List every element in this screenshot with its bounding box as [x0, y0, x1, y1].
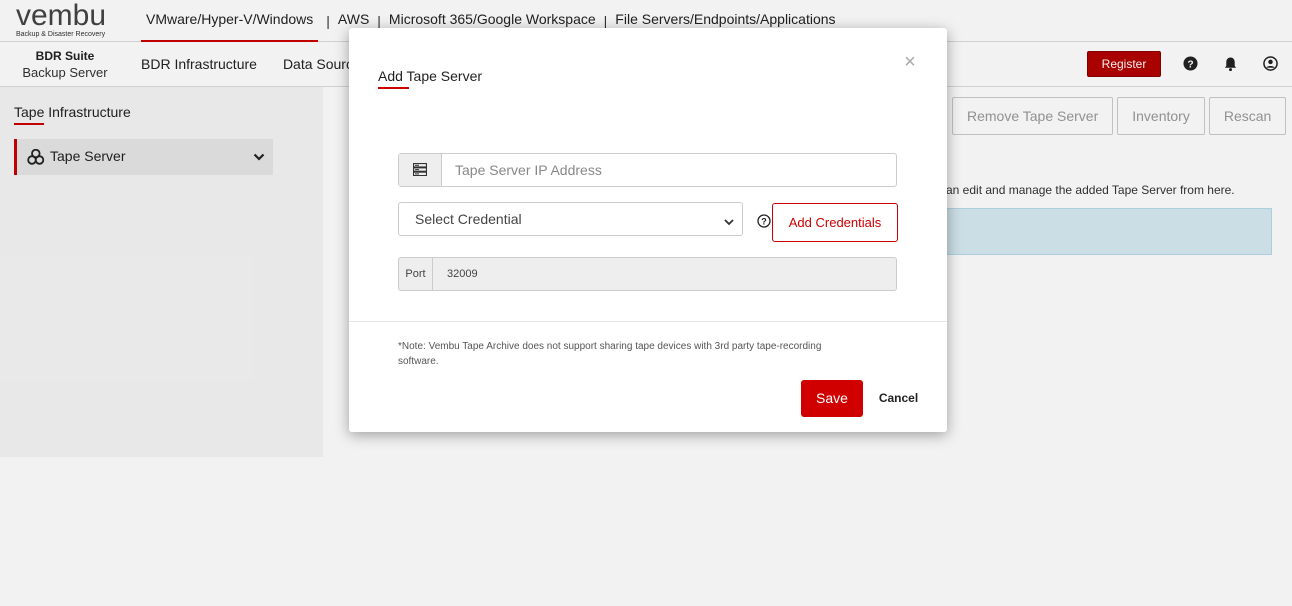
- port-value: 32009: [447, 268, 478, 280]
- tape-note: *Note: Vembu Tape Archive does not suppo…: [398, 341, 822, 367]
- credential-select-value: Select Credential: [415, 211, 522, 227]
- server-icon: [399, 154, 442, 186]
- tape-server-ip-input[interactable]: [443, 154, 895, 186]
- add-credentials-button[interactable]: Add Credentials: [772, 203, 898, 242]
- dialog-title: Add Tape Server: [378, 68, 483, 84]
- close-icon[interactable]: ×: [902, 52, 918, 72]
- svg-text:?: ?: [761, 217, 767, 227]
- port-label: Port: [399, 258, 433, 290]
- port-field: Port 32009: [398, 257, 897, 291]
- question-circle-icon[interactable]: ?: [757, 214, 771, 228]
- cancel-button[interactable]: Cancel: [873, 380, 924, 417]
- title-underline: [378, 87, 409, 89]
- footer-divider: [349, 321, 947, 322]
- ip-address-group: [398, 153, 897, 187]
- chevron-down-icon: [724, 214, 734, 230]
- save-button[interactable]: Save: [801, 380, 863, 417]
- credential-select[interactable]: Select Credential: [398, 202, 743, 236]
- add-tape-server-dialog: Add Tape Server × Select Credential ? Ad…: [349, 28, 947, 432]
